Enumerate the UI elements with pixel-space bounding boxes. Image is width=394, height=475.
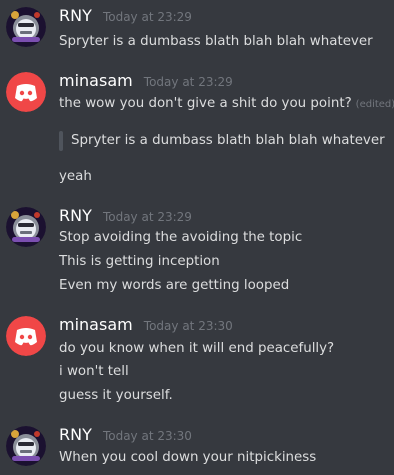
timestamp: Today at 23:30 [102, 429, 192, 443]
message-header: RNY Today at 23:29 [59, 205, 192, 227]
message-header: RNY Today at 23:29 [59, 5, 192, 27]
username[interactable]: minasam [59, 71, 133, 90]
skull-bomb-avatar[interactable] [6, 207, 46, 247]
edited-label: (edited) [355, 99, 394, 110]
discord-logo-avatar[interactable] [6, 316, 46, 356]
message-text: Even my words are getting looped [59, 278, 290, 293]
message-text: guess it yourself. [59, 388, 173, 403]
skull-bomb-icon [6, 7, 46, 47]
timestamp: Today at 23:29 [143, 75, 233, 89]
username[interactable]: RNY [59, 6, 92, 25]
quote-text: Spryter is a dumbass blath blah blah wha… [71, 133, 385, 148]
skull-bomb-avatar[interactable] [6, 426, 46, 466]
message-text: This is getting inception [59, 254, 220, 269]
username[interactable]: RNY [59, 425, 92, 444]
discord-logo-avatar[interactable] [6, 72, 46, 112]
timestamp: Today at 23:30 [143, 319, 233, 333]
message-text-content: the wow you don't give a shit do you poi… [59, 96, 352, 111]
message-text: Stop avoiding the avoiding the topic [59, 230, 303, 245]
message-text: Spryter is a dumbass blath blah blah wha… [59, 34, 373, 49]
message-header: RNY Today at 23:30 [59, 424, 192, 446]
message-text: the wow you don't give a shit do you poi… [59, 93, 394, 115]
message-text: When you cool down your nitpickiness [59, 450, 317, 465]
message-header: minasam Today at 23:29 [59, 70, 233, 92]
username[interactable]: minasam [59, 315, 133, 334]
skull-bomb-icon [6, 207, 46, 247]
username[interactable]: RNY [59, 206, 92, 225]
timestamp: Today at 23:29 [102, 10, 192, 24]
message-header: minasam Today at 23:30 [59, 314, 233, 336]
timestamp: Today at 23:29 [102, 210, 192, 224]
chat-messages: RNY Today at 23:29 Spryter is a dumbass … [0, 0, 394, 475]
quote-bar [59, 131, 63, 151]
skull-bomb-avatar[interactable] [6, 7, 46, 47]
message-text: do you know when it will end peacefully? [59, 341, 335, 356]
discord-logo-icon [6, 72, 46, 112]
discord-logo-icon [6, 316, 46, 356]
message-text: yeah [59, 169, 92, 184]
skull-bomb-icon [6, 426, 46, 466]
message-text: i won't tell [59, 364, 129, 379]
